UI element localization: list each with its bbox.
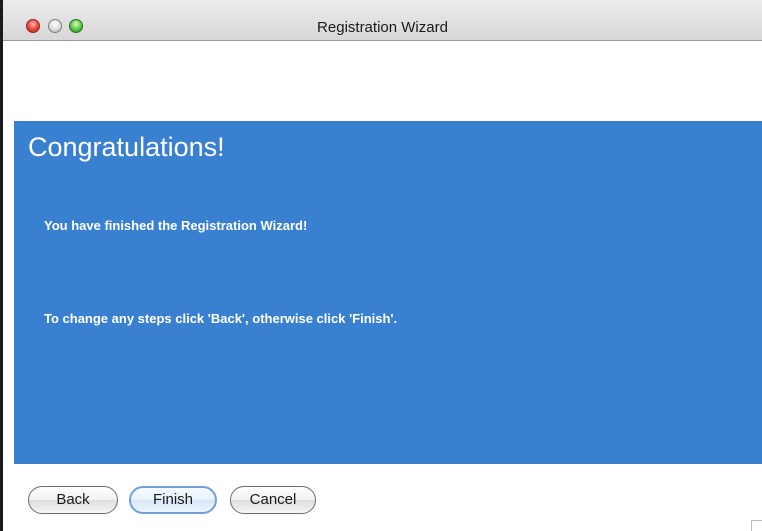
- window-titlebar[interactable]: Registration Wizard: [3, 0, 762, 41]
- window-title: Registration Wizard: [317, 19, 448, 36]
- finished-message: You have finished the Registration Wizar…: [44, 218, 308, 233]
- back-button[interactable]: Back: [28, 486, 118, 514]
- finish-button[interactable]: Finish: [129, 486, 217, 514]
- wizard-header-area: [3, 41, 762, 121]
- wizard-content-panel: Congratulations! You have finished the R…: [14, 121, 762, 464]
- instructions-message: To change any steps click 'Back', otherw…: [44, 311, 398, 326]
- registration-wizard-window: Registration Wizard Congratulations! You…: [0, 0, 762, 531]
- resize-grip-icon[interactable]: [751, 520, 762, 531]
- congratulations-heading: Congratulations!: [28, 132, 225, 162]
- wizard-button-bar: Back Finish Cancel: [3, 464, 762, 531]
- cancel-button[interactable]: Cancel: [230, 486, 316, 514]
